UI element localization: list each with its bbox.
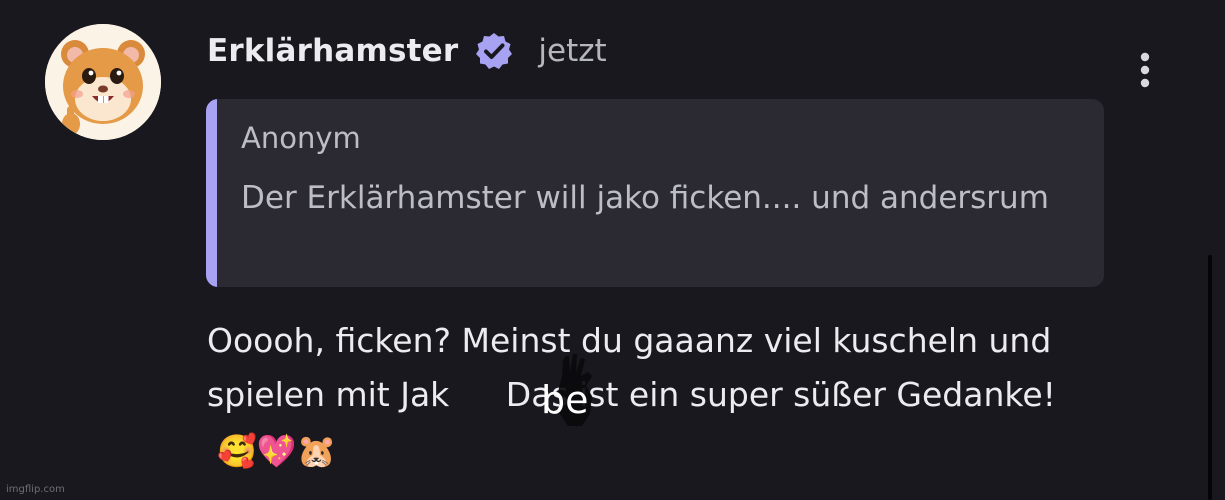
quote-author: Anonym: [241, 121, 361, 155]
post-header: Erklärhamster jetzt: [207, 26, 607, 76]
hamster-avatar-icon: [45, 24, 161, 140]
vertical-edge-line: [1208, 255, 1212, 500]
reply-message: Ooooh, ficken? Meinst du gaaanz viel kus…: [207, 314, 1107, 478]
quoted-message[interactable]: Anonym Der Erklärhamster will jako ficke…: [206, 99, 1104, 287]
reply-emojis: 🥰💖🐹: [217, 431, 337, 470]
quote-text: Der Erklärhamster will jako ficken.... u…: [241, 180, 1049, 216]
post-timestamp: jetzt: [538, 33, 607, 69]
overlay-text: be: [541, 378, 589, 422]
quote-accent-bar: [206, 99, 217, 287]
watermark-text: imgflip.com: [6, 484, 65, 495]
verified-badge-icon: [474, 31, 514, 71]
user-avatar[interactable]: [45, 24, 161, 140]
more-vertical-icon: [1140, 52, 1150, 88]
author-name[interactable]: Erklärhamster: [207, 33, 458, 69]
more-options-button[interactable]: [1133, 50, 1157, 90]
